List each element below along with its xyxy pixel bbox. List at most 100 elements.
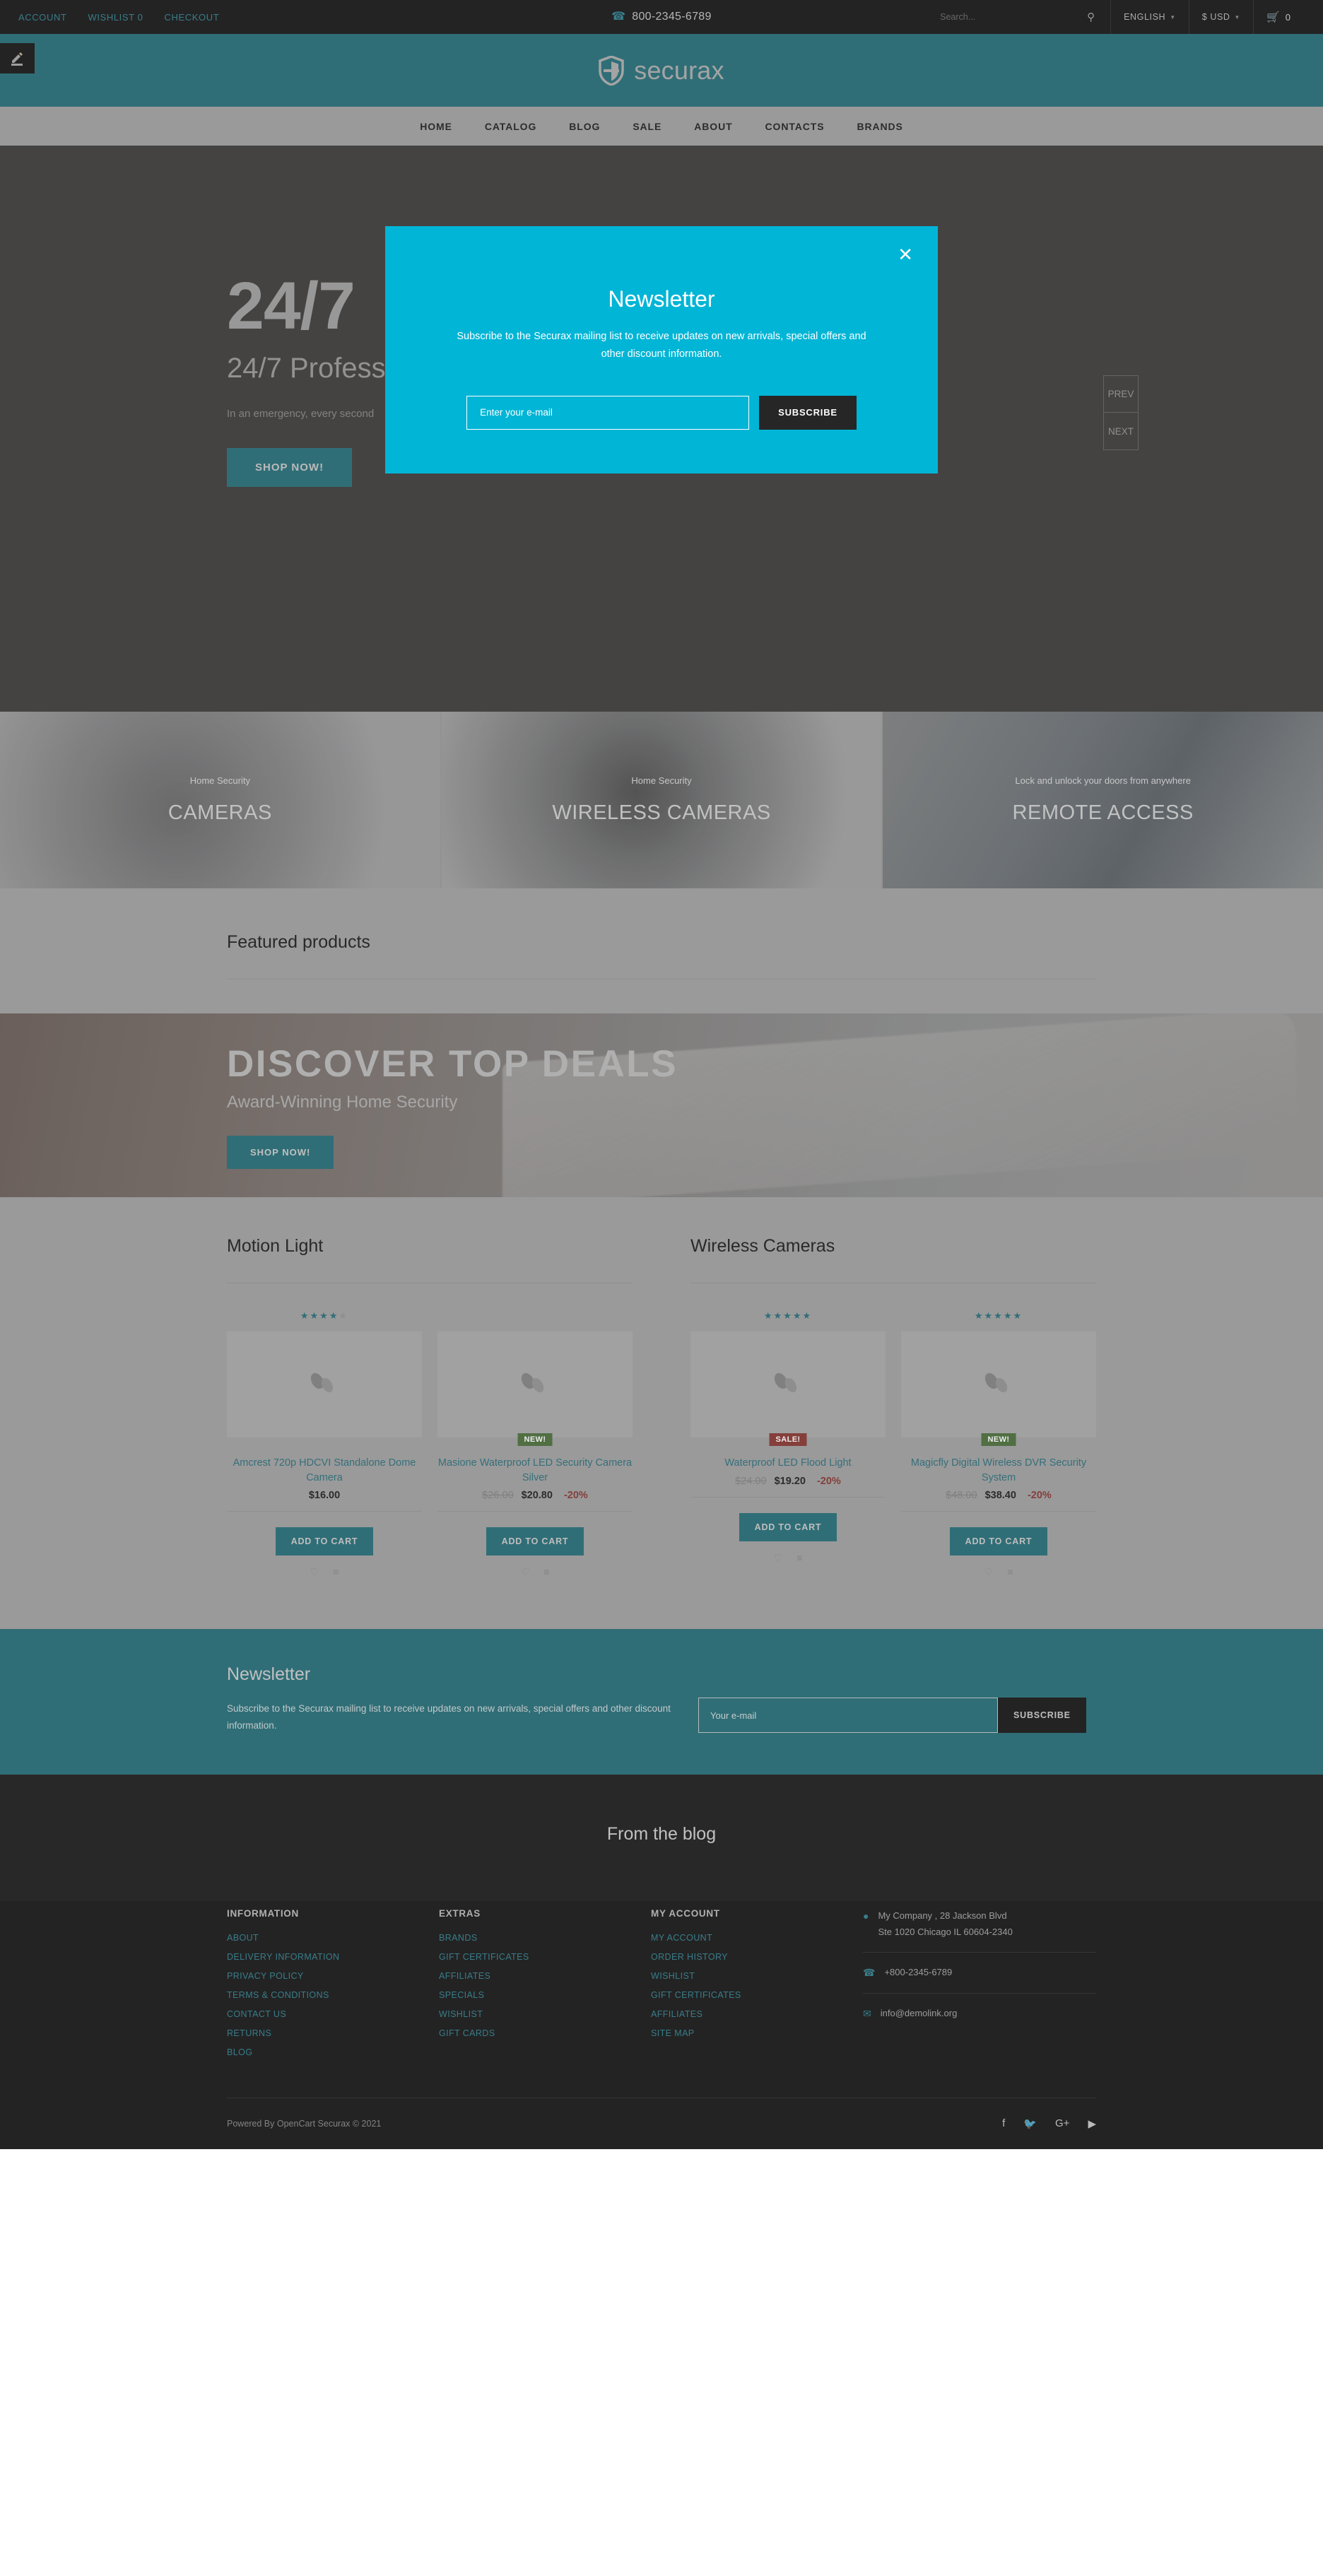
footer-link-brands[interactable]: BRANDS: [439, 1933, 651, 1943]
nav-item-contacts[interactable]: CONTACTS: [749, 121, 841, 132]
footer-link-gift-cards[interactable]: GIFT CARDS: [439, 2028, 651, 2038]
search-area: ⚲: [940, 11, 1110, 23]
product-badge-sale: SALE!: [769, 1433, 807, 1446]
search-input[interactable]: [940, 12, 1082, 22]
footer-link-gift-certificates[interactable]: GIFT CERTIFICATES: [439, 1952, 651, 1962]
footer-link-site-map[interactable]: SITE MAP: [651, 2028, 863, 2038]
top-bar-links: ACCOUNT WISHLIST 0 CHECKOUT: [18, 12, 219, 23]
footer-link-about[interactable]: ABOUT: [227, 1933, 439, 1943]
category-banner-cameras[interactable]: Home Security CAMERAS: [0, 712, 440, 888]
currency-selector[interactable]: $ USD ▼: [1189, 0, 1253, 34]
nav-item-catalog[interactable]: CATALOG: [469, 121, 553, 132]
top-bar: ACCOUNT WISHLIST 0 CHECKOUT ☎ 800-2345-6…: [0, 0, 1323, 34]
wishlist-heart-icon[interactable]: ♡: [310, 1566, 319, 1578]
product-image[interactable]: NEW!: [901, 1331, 1096, 1446]
compare-icon[interactable]: ≡: [333, 1566, 339, 1578]
hero-shop-now-button[interactable]: SHOP NOW!: [227, 448, 353, 487]
add-to-cart-button[interactable]: ADD TO CART: [739, 1512, 837, 1541]
social-links: f 🐦 G+ ▶: [1002, 2117, 1096, 2130]
product-name[interactable]: Amcrest 720p HDCVI Standalone Dome Camer…: [227, 1456, 422, 1485]
card-actions: ♡ ≡: [227, 1566, 422, 1578]
product-image[interactable]: SALE!: [690, 1331, 886, 1446]
footer-link-gift-certificates[interactable]: GIFT CERTIFICATES: [651, 1990, 863, 2000]
account-link[interactable]: ACCOUNT: [18, 12, 66, 23]
footer-link-specials[interactable]: SPECIALS: [439, 1990, 651, 2000]
add-to-cart-button[interactable]: ADD TO CART: [275, 1527, 374, 1556]
wishlist-link[interactable]: WISHLIST 0: [88, 12, 143, 23]
featured-products-section: Featured products: [0, 888, 1323, 1013]
modal-subscribe-button[interactable]: SUBSCRIBE: [759, 395, 857, 430]
pencil-icon: [11, 52, 23, 66]
wishlist-heart-icon[interactable]: ♡: [774, 1552, 783, 1564]
product-name[interactable]: Waterproof LED Flood Light: [690, 1456, 886, 1471]
image-placeholder-icon: [310, 1372, 334, 1393]
category-title: WIRELESS CAMERAS: [552, 801, 771, 824]
deals-subheadline: Award-Winning Home Security: [227, 1092, 458, 1112]
compare-icon[interactable]: ≡: [796, 1552, 802, 1564]
footer-phone: ☎ +800-2345-6789: [863, 1965, 1096, 1982]
product-name[interactable]: Masione Waterproof LED Security Camera S…: [437, 1456, 633, 1485]
footer-email: ✉ info@demolink.org: [863, 2006, 1096, 2023]
footer-link-wishlist[interactable]: WISHLIST: [651, 1971, 863, 1981]
divider: [690, 1496, 886, 1498]
deals-shop-now-button[interactable]: SHOP NOW!: [227, 1135, 334, 1169]
footer-email-address[interactable]: info@demolink.org: [881, 2006, 958, 2023]
category-banner-wireless-cameras[interactable]: Home Security WIRELESS CAMERAS: [440, 712, 882, 888]
google-plus-icon[interactable]: G+: [1055, 2117, 1069, 2130]
footer-link-blog[interactable]: BLOG: [227, 2047, 439, 2057]
nav-item-sale[interactable]: SALE: [616, 121, 678, 132]
footer-link-contact-us[interactable]: CONTACT US: [227, 2009, 439, 2019]
newsletter-email-input[interactable]: [698, 1698, 998, 1734]
footer-phone-number[interactable]: +800-2345-6789: [884, 1965, 952, 1982]
newsletter-subscribe-button[interactable]: SUBSCRIBE: [998, 1698, 1086, 1734]
nav-item-home[interactable]: HOME: [404, 121, 469, 132]
add-to-cart-button[interactable]: ADD TO CART: [949, 1527, 1048, 1556]
slider-next-button[interactable]: NEXT: [1103, 413, 1139, 450]
image-placeholder-icon: [521, 1372, 544, 1393]
nav-item-brands[interactable]: BRANDS: [840, 121, 919, 132]
site-logo[interactable]: securax: [599, 55, 724, 86]
compare-icon[interactable]: ≡: [543, 1566, 549, 1578]
footer-link-order-history[interactable]: ORDER HISTORY: [651, 1952, 863, 1962]
modal-email-input[interactable]: [466, 395, 750, 430]
footer-link-delivery-information[interactable]: DELIVERY INFORMATION: [227, 1952, 439, 1962]
footer-link-returns[interactable]: RETURNS: [227, 2028, 439, 2038]
price-discount: -20%: [563, 1490, 588, 1502]
modal-description: Subscribe to the Securax mailing list to…: [457, 331, 866, 360]
product-card: ★★★★★ Amcrest 720p HDCVI Standalone Dome…: [227, 1310, 422, 1578]
search-icon[interactable]: ⚲: [1081, 11, 1100, 23]
products-section: Motion Light ★★★★★ Amcrest 720p HDCVI St…: [0, 1197, 1323, 1630]
cart-button[interactable]: 🛒 0: [1254, 11, 1305, 23]
nav-item-blog[interactable]: BLOG: [553, 121, 616, 132]
rating-stars: [437, 1310, 633, 1322]
product-image[interactable]: [227, 1331, 422, 1437]
footer-link-affiliates[interactable]: AFFILIATES: [439, 1971, 651, 1981]
nav-item-about[interactable]: ABOUT: [678, 121, 748, 132]
price-current: $38.40: [984, 1490, 1016, 1502]
wishlist-heart-icon[interactable]: ♡: [521, 1566, 530, 1578]
divider: [863, 1993, 1096, 1994]
facebook-icon[interactable]: f: [1002, 2117, 1005, 2130]
footer-link-wishlist[interactable]: WISHLIST: [439, 2009, 651, 2019]
youtube-icon[interactable]: ▶: [1088, 2117, 1096, 2130]
language-selector[interactable]: ENGLISH ▼: [1111, 0, 1189, 34]
wishlist-heart-icon[interactable]: ♡: [984, 1566, 994, 1578]
slider-prev-button[interactable]: PREV: [1103, 375, 1139, 413]
twitter-icon[interactable]: 🐦: [1023, 2117, 1037, 2130]
add-to-cart-button[interactable]: ADD TO CART: [486, 1527, 584, 1556]
close-icon[interactable]: ✕: [898, 245, 913, 264]
price-current: $20.80: [521, 1490, 553, 1502]
modal-title: Newsletter: [608, 286, 715, 312]
column-title: Motion Light: [227, 1236, 324, 1256]
footer-link-affiliates[interactable]: AFFILIATES: [651, 2009, 863, 2019]
footer-link-terms-conditions[interactable]: TERMS & CONDITIONS: [227, 1990, 439, 2000]
category-banner-remote-access[interactable]: Lock and unlock your doors from anywhere…: [881, 712, 1323, 888]
checkout-link[interactable]: CHECKOUT: [165, 12, 220, 23]
product-image[interactable]: NEW!: [437, 1331, 633, 1446]
product-name[interactable]: Magicfly Digital Wireless DVR Security S…: [901, 1456, 1096, 1485]
footer-link-my-account[interactable]: MY ACCOUNT: [651, 1933, 863, 1943]
compare-icon[interactable]: ≡: [1007, 1566, 1013, 1578]
currency-label: $ USD: [1201, 12, 1230, 22]
edit-pencil-button[interactable]: [0, 43, 35, 73]
footer-link-privacy-policy[interactable]: PRIVACY POLICY: [227, 1971, 439, 1981]
